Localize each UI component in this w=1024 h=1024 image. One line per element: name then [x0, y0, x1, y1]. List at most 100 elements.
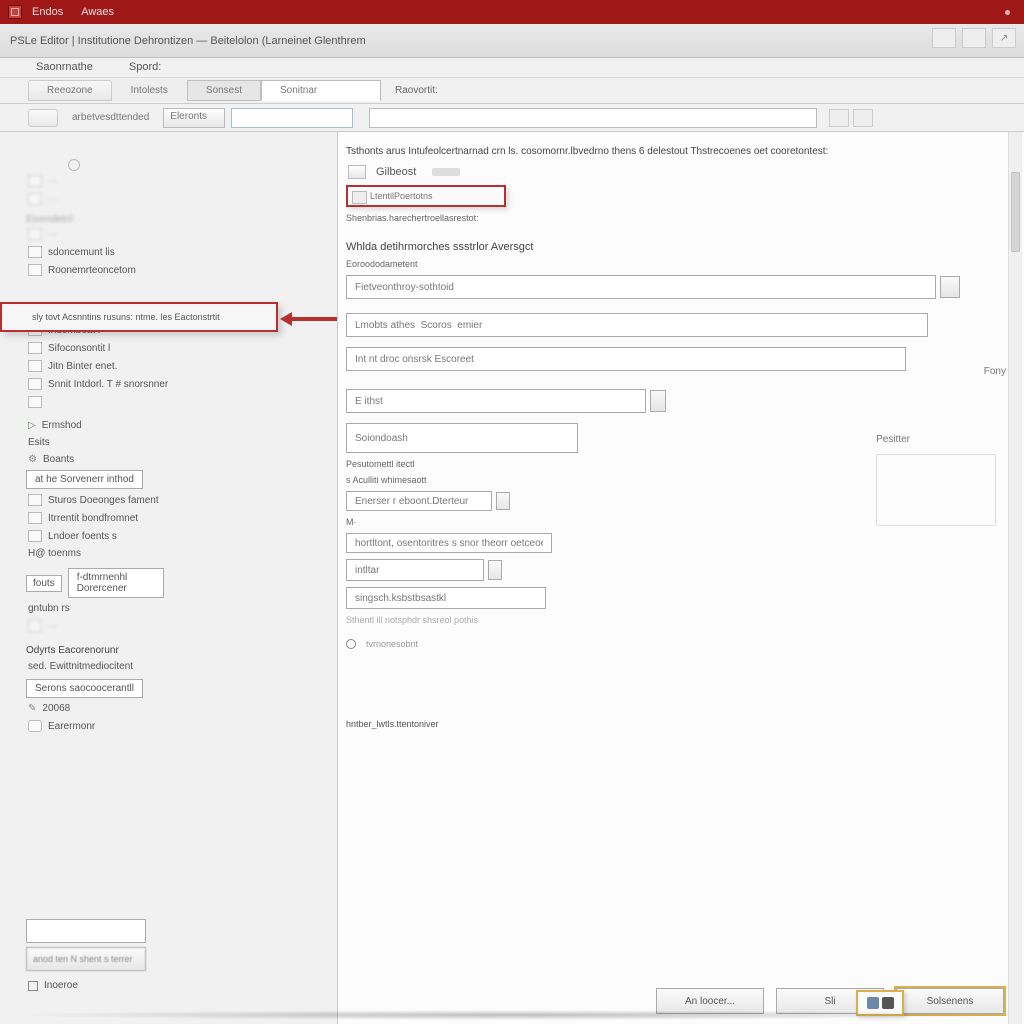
main-area: ··· ··· Eivendetril ··· sdoncemunt lis R…	[0, 132, 1024, 1024]
input-4[interactable]	[346, 389, 646, 413]
sb-item-c1[interactable]: ▷Ermshod	[26, 417, 331, 434]
input-1-browse[interactable]	[940, 276, 960, 298]
item-icon	[28, 512, 42, 524]
sb-item-gh[interactable]: ···	[26, 617, 331, 635]
sb-item-g3[interactable]: Earermonr	[26, 717, 331, 735]
sb-category-box[interactable]: at he Sorvenerr inthod	[26, 470, 143, 489]
sb-ghost-1: ···	[48, 176, 58, 187]
sidebar-footer-button[interactable]: anod ten N shent s terrer	[26, 947, 146, 971]
item-icon	[28, 246, 42, 258]
sidebar: ··· ··· Eivendetril ··· sdoncemunt lis R…	[0, 132, 338, 1024]
sb-item-b3[interactable]: Jitn Binter enet.	[26, 357, 331, 375]
sec-label: Raovortit:	[395, 85, 438, 96]
sidebar-footer-check[interactable]: Inoeroe	[26, 977, 326, 994]
scrollbar-thumb[interactable]	[1011, 172, 1020, 252]
item-icon	[28, 264, 42, 276]
item-icon	[28, 360, 42, 372]
sb-group-f1: Odyrts Eacorenorunr	[26, 645, 331, 656]
sb-item-a1[interactable]: sdoncemunt lis	[26, 243, 331, 261]
sb-ico-1[interactable]	[26, 141, 62, 155]
filter-btn-1[interactable]	[829, 109, 849, 127]
sec-tab-1[interactable]: Reeozone	[28, 80, 112, 101]
side-label-1: Fony	[984, 366, 1006, 377]
item-icon	[28, 494, 42, 506]
tree-hint: Shenbrias.harechertroellasrestot:	[346, 213, 1024, 223]
window-indicator-icon	[1005, 10, 1010, 15]
filter-dropdown[interactable]: Eleronts	[163, 108, 225, 128]
content-scrollbar[interactable]	[1008, 132, 1022, 1024]
sec-tab-3[interactable]: Sonsest	[187, 80, 261, 101]
section-title-1: Whlda detihrmorches ssstrlor Aversgct	[346, 241, 1024, 253]
sb-item-c2[interactable]: Esits	[26, 434, 331, 451]
gear-icon: ⚙	[28, 454, 37, 465]
sb-item-blank[interactable]	[26, 393, 331, 411]
sb-item-d3[interactable]: Lndoer foents s	[26, 527, 331, 545]
radio-icon	[346, 639, 356, 649]
folder-icon	[28, 175, 42, 187]
window-min-button[interactable]	[932, 28, 956, 48]
item-icon	[28, 396, 42, 408]
menu-awaes[interactable]: Awaes	[81, 6, 114, 18]
folder-icon	[28, 193, 42, 205]
content-area: Tsthonts arus Intufeolcertnarnad crn ls.…	[338, 132, 1024, 1024]
secondary-tabs: Reeozone Intolests Sonsest Sonitnar Raov…	[0, 78, 1024, 104]
filter-btn-2[interactable]	[853, 109, 873, 127]
input-3[interactable]	[346, 347, 906, 371]
footer-btn-1[interactable]: An loocer...	[656, 988, 764, 1014]
filter-icon-1[interactable]	[28, 109, 58, 127]
footer-mini-toolbar[interactable]	[856, 990, 904, 1016]
sb-item-g2[interactable]: ✎20068	[26, 700, 331, 717]
sb-ico-2[interactable]	[26, 158, 62, 172]
window-title-row: PSLe Editor | Institutione Dehrontizen —…	[0, 24, 1024, 58]
menu-endos[interactable]: Endos	[32, 6, 63, 18]
window-pin-button[interactable]: ↗	[992, 28, 1016, 48]
input-4-picker[interactable]	[650, 390, 666, 412]
sb-item-a2[interactable]: Roonemrteoncetom	[26, 261, 331, 279]
sb-item-b2[interactable]: Sifoconsontit l	[26, 339, 331, 357]
footer-btn-3[interactable]: Solsenens	[896, 988, 1004, 1014]
sidebar-highlighted-item[interactable]: sly tovt Acsnntins rusuns: ntme. les Eac…	[0, 302, 278, 332]
sb-item-b4[interactable]: Snnit Intdorl. T # snorsnner	[26, 375, 331, 393]
radio-row-1[interactable]: tvrnonesobnt	[346, 639, 1024, 649]
input-2[interactable]	[346, 313, 928, 337]
callout-arrow-icon	[280, 312, 338, 326]
window-title: PSLe Editor | Institutione Dehrontizen —…	[10, 35, 366, 47]
pencil-icon: ✎	[28, 703, 36, 714]
sb-item-e1[interactable]: gntubn rs	[26, 600, 331, 617]
sb-item-g1[interactable]: Serons saocoocerantll	[26, 679, 143, 698]
input-8-btn[interactable]	[488, 560, 502, 580]
input-6-btn[interactable]	[496, 492, 510, 510]
sb-item-d1[interactable]: Sturos Doeonges fament	[26, 491, 331, 509]
filter-path-input[interactable]	[369, 108, 817, 128]
ribbon-tab-2[interactable]: Spord:	[129, 58, 161, 77]
tree-node-1[interactable]: Gilbeost	[342, 165, 1024, 179]
disk-icon	[28, 720, 42, 732]
position-preview	[876, 454, 996, 526]
note-label: Sthentl ill notsphdr shsreol pothis	[346, 615, 1024, 625]
input-9[interactable]	[346, 587, 546, 609]
ribbon-tab-1[interactable]: Saonrnathe	[36, 58, 93, 77]
position-label: Pesitter	[876, 434, 910, 445]
sb-join-value[interactable]: f-dtmrnenhl Dorercener	[68, 568, 164, 598]
input-5[interactable]	[346, 423, 578, 453]
window-max-button[interactable]	[962, 28, 986, 48]
sb-gh-3[interactable]: ···	[26, 225, 331, 243]
sb-item-d4[interactable]: H@ toenms	[26, 545, 331, 562]
help-icon[interactable]	[68, 159, 80, 171]
sb-group-a: Eivendetril	[26, 214, 331, 225]
input-8[interactable]	[346, 559, 484, 581]
sidebar-footer-input[interactable]	[26, 919, 146, 943]
node-badge	[432, 168, 460, 176]
sb-item-f2: sed. Ewittnitmediocitent	[26, 658, 331, 675]
footer-section-label: hntber_lwtls.ttentoniver	[346, 719, 1024, 729]
label-1: Eoroododametent	[346, 259, 1024, 269]
sb-item-d2[interactable]: Itrrentit bondfromnet	[26, 509, 331, 527]
input-7[interactable]	[346, 533, 552, 553]
sec-tab-2[interactable]: Intolests	[112, 80, 187, 101]
input-1[interactable]	[346, 275, 936, 299]
search-input[interactable]	[231, 108, 353, 128]
sb-item-c3[interactable]: ⚙Boants	[26, 451, 331, 468]
input-6[interactable]	[346, 491, 492, 511]
tree-node-highlighted[interactable]: LtentilPoertotns	[346, 185, 506, 207]
sec-tab-4[interactable]: Sonitnar	[261, 80, 381, 101]
